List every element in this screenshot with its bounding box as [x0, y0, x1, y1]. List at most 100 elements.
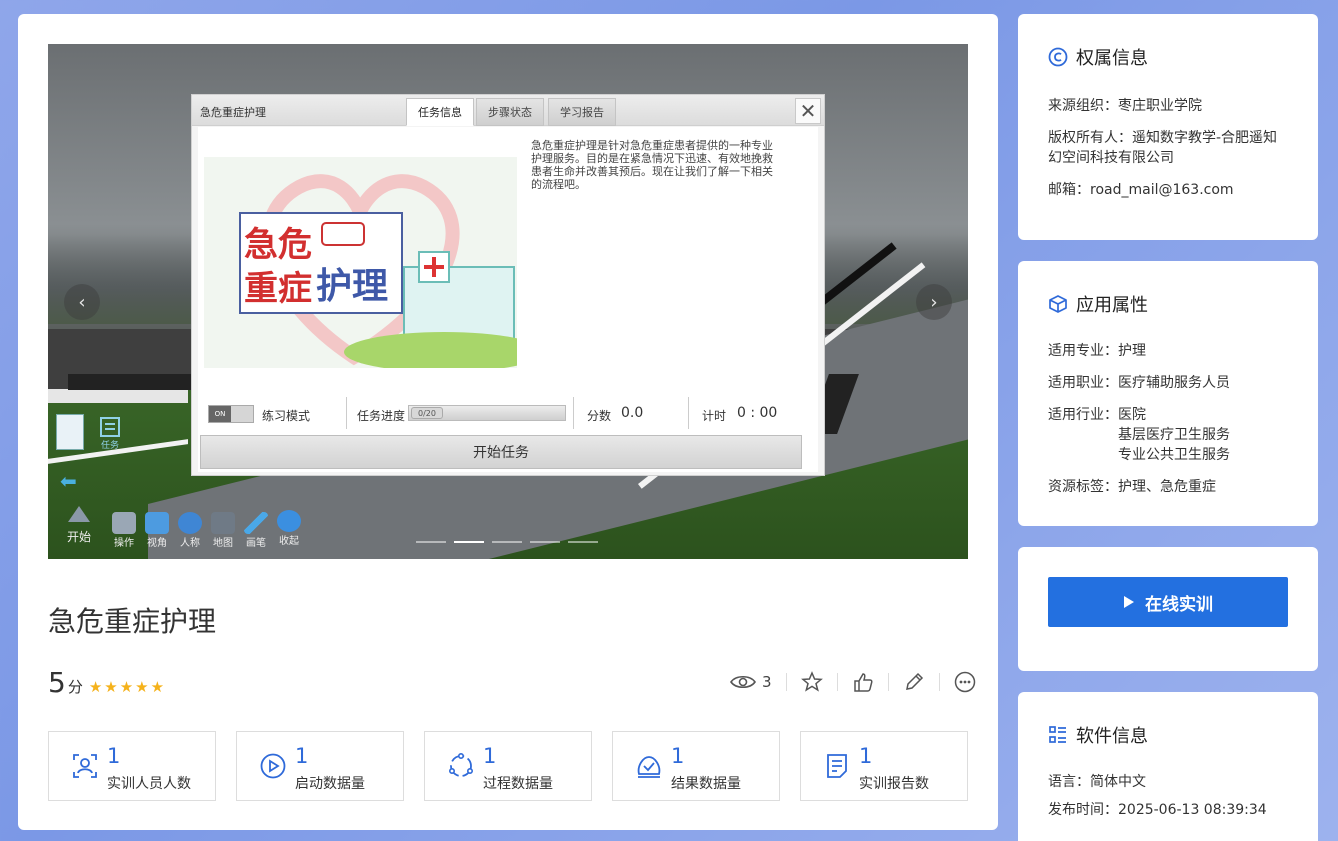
prev-slide-button[interactable]: ‹ [64, 284, 100, 320]
major-value: 护理 [1118, 343, 1146, 359]
task-cover-image: 急危 重症 护理 [204, 157, 517, 368]
favorite-button[interactable] [800, 671, 823, 693]
dialog-close-button[interactable]: ✕ [795, 98, 821, 124]
tab-step-status[interactable]: 步骤状态 [476, 98, 544, 126]
report-icon [827, 754, 847, 778]
start-icon [68, 506, 90, 522]
stat-result: 1 结果数据量 [612, 731, 780, 801]
views-counter: 3 [730, 673, 772, 691]
toolbar-brush-label: 画笔 [246, 538, 266, 549]
task-tool[interactable]: 任务 [98, 416, 122, 451]
rating-score: 5 [48, 666, 66, 699]
toolbar-map-label: 地图 [213, 538, 233, 549]
toolbar-map[interactable]: 地图 [211, 512, 235, 549]
start-task-button[interactable]: 开始任务 [200, 435, 802, 469]
like-button[interactable] [852, 671, 874, 693]
ownership-title-text: 权属信息 [1076, 48, 1148, 69]
divider [785, 673, 787, 691]
industry-value: 医院 [1118, 407, 1146, 423]
toolbar-collapse-label: 收起 [279, 536, 299, 547]
email-value: road_mail@163.com [1090, 182, 1234, 198]
carousel-dot[interactable] [530, 541, 560, 543]
carousel-dot-active[interactable] [454, 541, 484, 543]
divider [688, 397, 689, 429]
carousel-dot[interactable] [416, 541, 446, 543]
play-icon [260, 753, 286, 779]
cover-text-3: 护理 [316, 266, 389, 307]
occupation-value: 医疗辅助服务人员 [1118, 375, 1230, 391]
publish-time-value: 2025-06-13 08:39:34 [1118, 802, 1267, 818]
task-icon [100, 417, 120, 437]
toolbar-person[interactable]: 人称 [178, 512, 202, 549]
side-tool-panel[interactable] [56, 414, 84, 450]
star-icon [800, 671, 823, 692]
map-icon [211, 512, 235, 534]
stat-value: 1 [295, 744, 309, 768]
rating-unit: 分 [67, 678, 83, 696]
stat-label: 实训人员人数 [107, 776, 191, 792]
ownership-card: 权属信息 来源组织：枣庄职业学院 版权所有人：遥知数字教学-合肥遥知幻空间科技有… [1018, 14, 1318, 240]
copyright-owner: 版权所有人：遥知数字教学-合肥遥知幻空间科技有限公司 [1048, 128, 1288, 168]
stat-label: 实训报告数 [859, 776, 929, 792]
toolbar-view-label: 视角 [147, 538, 167, 549]
toolbar-collapse[interactable]: 收起 [277, 510, 301, 547]
industry-value: 专业公共卫生服务 [1118, 447, 1230, 463]
software-info-card: 软件信息 语言：简体中文 发布时间：2025-06-13 08:39:34 [1018, 692, 1318, 841]
contact-email: 邮箱：road_mail@163.com [1048, 180, 1234, 200]
toolbar-brush[interactable]: 画笔 [244, 512, 268, 549]
stat-value: 1 [671, 744, 685, 768]
simulation-viewer[interactable]: ‹ › 急危重症护理 任务信息 步骤状态 学习报告 ✕ 急危重症护理是针对急危重… [48, 44, 968, 559]
dialog-header: 急危重症护理 任务信息 步骤状态 学习报告 ✕ [192, 95, 824, 126]
eye-icon [730, 675, 756, 689]
road-curb-dark [68, 374, 198, 390]
major-label: 适用专业： [1048, 343, 1118, 359]
practice-mode-toggle[interactable]: ON [208, 405, 254, 423]
cover-text-1: 急危 [244, 225, 312, 265]
ownership-title: 权属信息 [1048, 44, 1148, 70]
score-value: 0.0 [621, 405, 644, 421]
page-title: 急危重症护理 [48, 605, 217, 638]
app-properties-title-text: 应用属性 [1076, 295, 1148, 316]
action-bar: 3 [730, 671, 976, 693]
occupation-label: 适用职业： [1048, 375, 1118, 391]
edit-button[interactable] [903, 671, 925, 693]
dialog-body: 急危重症护理是针对急危重症患者提供的一种专业护理服务。目的是在紧急情况下迅速、有… [198, 127, 818, 472]
resource-tags: 资源标签：护理、急危重症 [1048, 477, 1216, 497]
back-arrow-icon[interactable]: ⬅ [60, 469, 77, 493]
tab-task-info[interactable]: 任务信息 [406, 98, 474, 126]
online-training-button[interactable]: 在线实训 [1048, 577, 1288, 627]
more-button[interactable] [954, 671, 976, 693]
app-properties-title: 应用属性 [1048, 291, 1148, 317]
operate-icon [112, 512, 136, 534]
industry: 适用行业：医院 [1048, 405, 1146, 425]
toolbar-operate[interactable]: 操作 [112, 512, 136, 549]
industry-label: 适用行业： [1048, 407, 1118, 423]
person-icon [178, 512, 202, 534]
stat-label: 结果数据量 [671, 776, 741, 792]
software-info-title-text: 软件信息 [1076, 726, 1148, 747]
toolbar-view[interactable]: 视角 [145, 512, 169, 549]
start-tool[interactable]: 开始 [64, 502, 94, 545]
copyright-icon [1048, 47, 1068, 67]
app-properties-card: 应用属性 适用专业：护理 适用职业：医疗辅助服务人员 适用行业：医院 基层医疗卫… [1018, 261, 1318, 526]
collapse-icon [277, 510, 301, 532]
occupation: 适用职业：医疗辅助服务人员 [1048, 373, 1230, 393]
publish-time-label: 发布时间： [1048, 802, 1118, 818]
major: 适用专业：护理 [1048, 341, 1146, 361]
progress-value: 0/20 [411, 407, 443, 419]
rating-stars: ★★★★★ [88, 678, 167, 696]
software-info-title: 软件信息 [1048, 722, 1148, 748]
source-org: 来源组织：枣庄职业学院 [1048, 96, 1202, 116]
cube-icon [1049, 295, 1067, 313]
carousel-dot[interactable] [568, 541, 598, 543]
carousel-dot[interactable] [492, 541, 522, 543]
task-dialog: 急危重症护理 任务信息 步骤状态 学习报告 ✕ 急危重症护理是针对急危重症患者提… [191, 94, 825, 476]
timer-label: 计时 [702, 409, 727, 423]
stat-label: 启动数据量 [295, 776, 365, 792]
view-icon [145, 512, 169, 534]
thumbs-up-icon [853, 673, 873, 692]
next-slide-button[interactable]: › [916, 284, 952, 320]
users-icon [73, 754, 97, 778]
divider [573, 397, 574, 429]
tab-study-report[interactable]: 学习报告 [548, 98, 616, 126]
